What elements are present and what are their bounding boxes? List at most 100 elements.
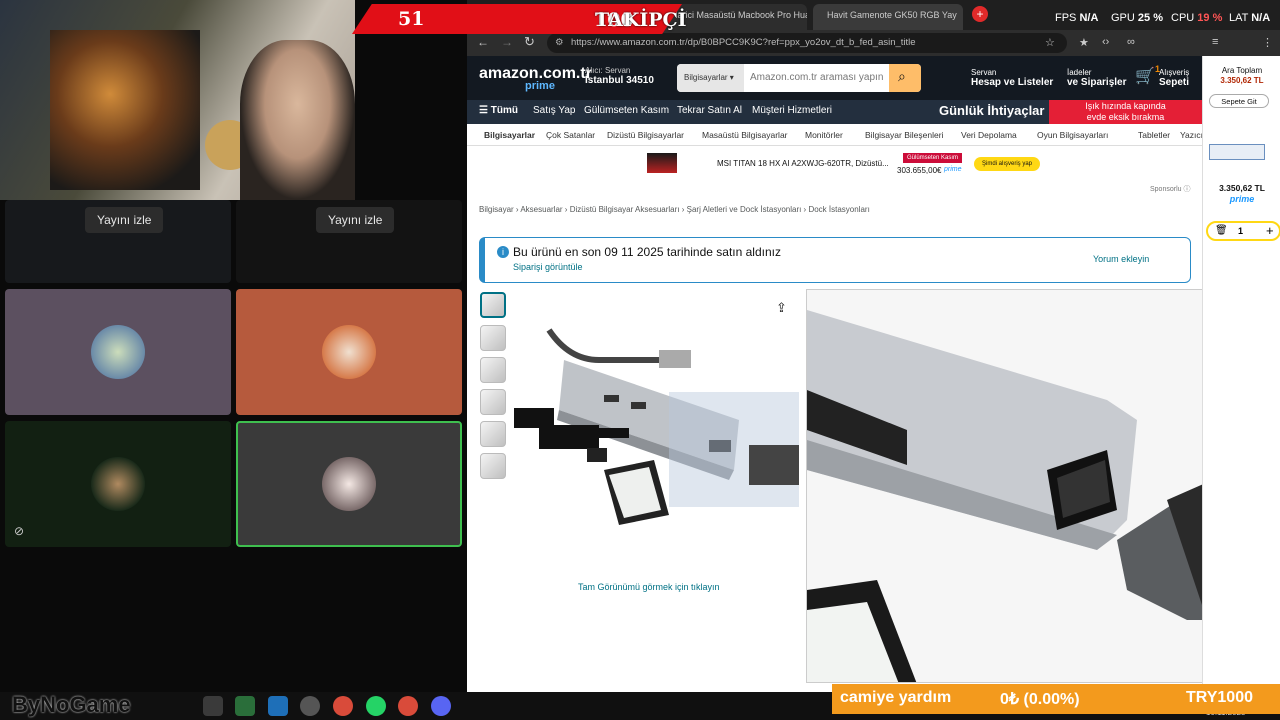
forward-icon[interactable]: → [501,35,513,49]
participant-tile-3[interactable] [5,289,231,415]
link-icon[interactable]: ∞ [1127,36,1135,48]
url-field[interactable]: ⚙ https://www.amazon.com.tr/dp/B0BPCC9K9… [547,33,1067,53]
watch-stream-button-2[interactable]: Yayını izle [316,207,395,233]
quantity-value: 1 [1238,226,1244,236]
streamer-person [240,40,355,200]
nav-smile-november[interactable]: Gülümseten Kasım [584,105,669,116]
go-to-cart-button[interactable]: Sepete Git [1209,94,1269,108]
subnav-item[interactable]: Yazıcı [1180,130,1202,140]
thumbnail-1[interactable] [480,292,506,318]
window-city-view [50,30,200,190]
cart-item-image[interactable] [1209,144,1265,160]
subnav-item[interactable]: Bilgisayar Bileşenleri [865,130,943,140]
zoomed-product-image [806,289,1257,683]
thumbnail-2[interactable] [480,325,506,351]
new-tab-button[interactable]: + [972,6,988,22]
tab-2[interactable]: Havit Gamenote GK50 RGB Yay [813,4,963,30]
orders-link[interactable]: İadeler ve Siparişler [1067,68,1126,88]
promo-banner[interactable]: Işık hızında kapında evde eksik bırakma [1049,100,1202,124]
thumbnail-3[interactable] [480,357,506,383]
zoomed-hub-illustration [807,290,1256,682]
hud-fps: FPS N/A [1055,12,1099,24]
cart-item-prime: prime [1229,194,1255,204]
url-text: https://www.amazon.com.tr/dp/B0BPCC9K9C?… [571,37,916,48]
subtotal-value: 3.350,62 TL [1220,76,1264,85]
nav-customer-service[interactable]: Müşteri Hizmetleri [752,105,832,116]
back-icon[interactable]: ← [477,35,489,49]
subnav-item[interactable]: Veri Depolama [961,130,1017,140]
site-info-icon[interactable]: ⚙ [555,33,564,53]
sponsored-label: Sponsorlu ⓘ [1150,186,1191,193]
subnav-item[interactable]: Masaüstü Bilgisayarlar [702,130,788,140]
ad-cta-button[interactable]: Şimdi alışveriş yap [974,157,1041,171]
thumbnail-5[interactable] [480,421,506,447]
ad-badge: Gülümseten Kasım [903,153,963,163]
ad-product-title[interactable]: MSI TITAN 18 HX AI A2XWJG-620TR, Dizüstü… [717,159,889,168]
usb-hub-illustration [514,328,799,525]
category-subnav: Bilgisayarlar Çok Satanlar Dizüstü Bilgi… [467,124,1202,146]
donation-amount: 0₺ (0.00%) [1000,691,1080,708]
search-button[interactable]: ⌕ [889,64,921,92]
amazon-nav: ☰ Tümü Satış Yap Gülümseten Kasım Tekrar… [467,100,1202,124]
watch-stream-button-1[interactable]: Yayını izle [85,207,164,233]
browser-taskbar-icon[interactable] [333,696,353,716]
cart-icon[interactable]: 🛒 [1135,66,1155,86]
reload-icon[interactable]: ↻ [524,34,535,50]
full-view-link[interactable]: Tam Görünümü görmek için tıklayın [578,582,720,592]
discord-taskbar-icon[interactable] [431,696,451,716]
nav-buy-again[interactable]: Tekrar Satın Al [677,105,742,116]
thumbnail-4[interactable] [480,389,506,415]
app-taskbar-icon[interactable] [268,696,288,716]
steam-taskbar-icon[interactable] [300,696,320,716]
nav-all[interactable]: ☰ Tümü [479,105,518,116]
subnav-item[interactable]: Monitörler [805,130,843,140]
promo-title[interactable]: Günlük İhtiyaçlar [939,103,1044,118]
participant-tile-6-speaking[interactable] [236,421,462,547]
search-category-select[interactable]: Bilgisayarlar ▾ [677,64,744,92]
call-panel: Yayını izle Yayını izle ⊘ [0,0,467,692]
breadcrumb[interactable]: Bilgisayar › Aksesuarlar › Dizüstü Bilgi… [479,205,870,214]
cart-item-price: 3.350,62 TL [1219,183,1265,193]
more-menu-icon[interactable]: ⋮ [1262,36,1273,49]
quantity-stepper[interactable]: 🗑 1 + [1206,221,1280,241]
amazon-logo[interactable]: amazon.com.tr prime [479,62,592,92]
hud-cpu: CPU 19 % [1171,12,1223,24]
increase-quantity-icon[interactable]: + [1266,223,1274,238]
subnav-item[interactable]: Bilgisayarlar [484,130,535,140]
ad-laptop-image[interactable] [647,153,677,173]
participant-tile-4[interactable] [236,289,462,415]
amazon-header: amazon.com.tr prime Alıcı: Servan İstanb… [467,56,1202,100]
subnav-item[interactable]: Oyun Bilgisayarları [1037,130,1108,140]
whatsapp-taskbar-icon[interactable] [366,696,386,716]
thumbnail-6[interactable] [480,453,506,479]
subtotal-label: Ara Toplam [1221,66,1263,75]
browser-window: Harici Masaüstü Macbook Pro Huawe Havit … [467,0,1280,692]
follower-current: 51 [398,8,425,30]
view-order-link[interactable]: Siparişi görüntüle [513,262,583,272]
participant-tile-5[interactable] [5,421,231,547]
devtools-icon[interactable]: ‹› [1102,36,1109,48]
deliver-to[interactable]: Alıcı: Servan İstanbul 34510 [585,66,654,86]
menu-icon[interactable]: ≡ [1212,36,1218,48]
chrome-taskbar-icon[interactable] [203,696,223,716]
purchase-notice: i Bu ürünü en son 09 11 2025 tarihinde s… [479,237,1191,283]
add-review-link[interactable]: Yorum ekleyin [1093,254,1149,264]
avatar [91,457,145,511]
store-taskbar-icon[interactable] [235,696,255,716]
bookmark-star-icon[interactable]: ☆ [1045,36,1055,49]
donation-title: camiye yardım [840,689,952,706]
search-bar[interactable]: Bilgisayarlar ▾ Amazon.com.tr araması ya… [677,64,921,92]
search-input[interactable]: Amazon.com.tr araması yapın [750,64,883,92]
share-icon[interactable]: ⇪ [776,300,787,316]
extension-icon[interactable]: ★ [1079,36,1089,49]
cart-label[interactable]: Alışveriş Sepeti [1159,68,1189,88]
nav-sell[interactable]: Satış Yap [533,105,575,116]
subnav-item[interactable]: Tabletler [1138,130,1170,140]
subnav-item[interactable]: Dizüstü Bilgisayarlar [607,130,684,140]
product-image[interactable] [509,320,799,530]
subnav-item[interactable]: Çok Satanlar [546,130,595,140]
trash-icon[interactable]: 🗑 [1215,225,1228,236]
account-menu[interactable]: Servan Hesap ve Listeler [971,68,1053,88]
chrome-2-taskbar-icon[interactable] [398,696,418,716]
webcam-feed [0,0,355,200]
